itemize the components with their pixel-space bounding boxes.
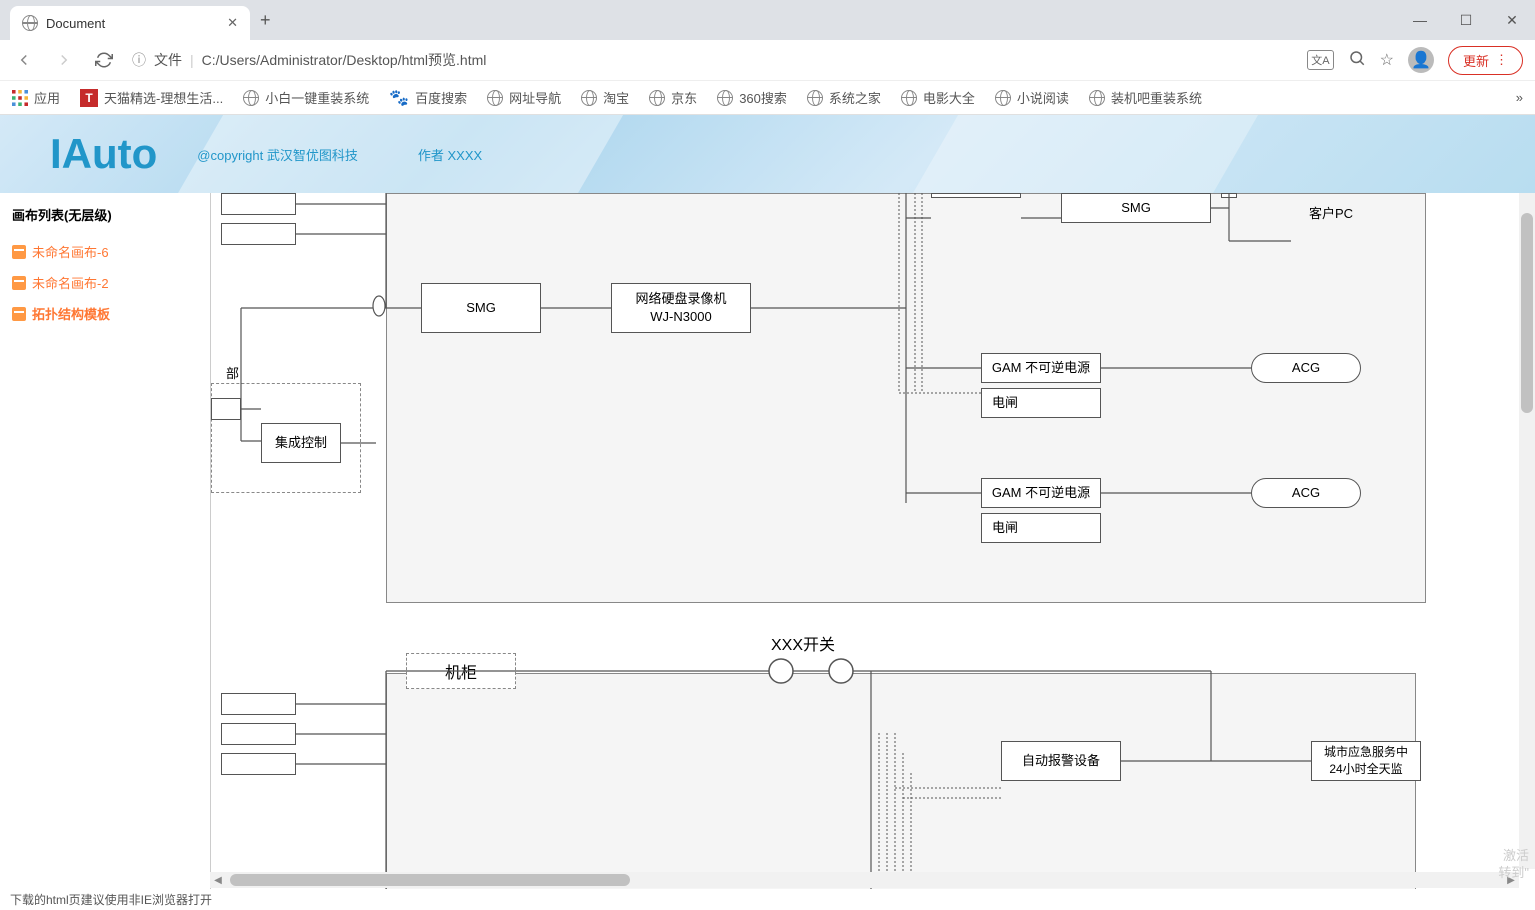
globe-icon xyxy=(807,90,823,106)
scrollbar-vertical[interactable] xyxy=(1519,193,1535,869)
globe-icon xyxy=(22,15,38,31)
enclosure-lower xyxy=(386,673,1416,889)
auto-alarm-box: 自动报警设备 xyxy=(1001,741,1121,781)
reload-button[interactable] xyxy=(92,51,116,69)
browser-chrome: Document ✕ + — ☐ ✕ ⓘ 文件 | C:/Users/Admin… xyxy=(0,0,1535,115)
scrollbar-thumb[interactable] xyxy=(230,874,630,886)
nvr-box: 网络硬盘录像机 WJ-N3000 xyxy=(611,283,751,333)
scroll-left-arrow[interactable]: ◀ xyxy=(210,872,226,888)
close-button[interactable]: ✕ xyxy=(1489,0,1535,40)
maximize-button[interactable]: ☐ xyxy=(1443,0,1489,40)
sidebar-item-canvas-2[interactable]: 未命名画布-2 xyxy=(12,267,198,298)
box-cut-1 xyxy=(221,193,296,215)
close-icon[interactable]: ✕ xyxy=(227,15,238,31)
enclosure-upper xyxy=(386,193,1426,603)
window-controls: — ☐ ✕ xyxy=(1397,0,1535,40)
sidebar-item-topology[interactable]: 拓扑结构模板 xyxy=(12,298,198,329)
bookmark-tmall[interactable]: T天猫精选-理想生活... xyxy=(80,88,223,107)
author: 作者 XXXX xyxy=(418,145,482,164)
bookmark-baidu[interactable]: 🐾百度搜索 xyxy=(389,88,467,108)
gate-box-2: 电闸 xyxy=(981,513,1101,543)
file-icon xyxy=(12,276,26,290)
globe-icon xyxy=(243,90,259,106)
client-pc-label: 客户PC xyxy=(1301,203,1361,222)
address-bar-actions: 文A ☆ 👤 更新 ⋮ xyxy=(1307,46,1523,75)
bookmark-zhuangji[interactable]: 装机吧重装系统 xyxy=(1089,88,1202,107)
box-cut-b2 xyxy=(221,723,296,745)
main-area: 画布列表(无层级) 未命名画布-6 未命名画布-2 拓扑结构模板 部 集成控制 … xyxy=(0,193,1535,889)
smg2-box: SMG xyxy=(1061,193,1211,223)
bookmark-nav[interactable]: 网址导航 xyxy=(487,88,561,107)
acg-box-1: ACG xyxy=(1251,353,1361,383)
footer-text: 下载的html页建议使用非IE浏览器打开 xyxy=(10,891,212,908)
globe-icon xyxy=(717,90,733,106)
browser-tab[interactable]: Document ✕ xyxy=(10,6,250,40)
translate-icon[interactable]: 文A xyxy=(1307,50,1333,70)
sidebar-title: 画布列表(无层级) xyxy=(12,205,198,224)
cabinet-box: 机柜 xyxy=(406,653,516,689)
acg-box-2: ACG xyxy=(1251,478,1361,508)
update-button[interactable]: 更新 ⋮ xyxy=(1448,46,1523,75)
tab-title: Document xyxy=(46,16,105,31)
gate-box-1: 电闸 xyxy=(981,388,1101,418)
tab-bar: Document ✕ + — ☐ ✕ xyxy=(0,0,1535,40)
gam-box-2: GAM 不可逆电源 xyxy=(981,478,1101,508)
menu-icon: ⋮ xyxy=(1495,52,1508,68)
integrated-control-box: 集成控制 xyxy=(261,423,341,463)
globe-icon xyxy=(487,90,503,106)
bookmark-overflow[interactable]: » xyxy=(1516,90,1523,105)
baidu-icon: 🐾 xyxy=(389,88,409,108)
minimize-button[interactable]: — xyxy=(1397,0,1443,40)
globe-icon xyxy=(649,90,665,106)
box-cut-r2 xyxy=(1221,193,1237,198)
box-cut-b3 xyxy=(221,753,296,775)
canvas[interactable]: 部 集成控制 SMG 网络硬盘录像机 WJ-N3000 SMG 客户PC GAM… xyxy=(210,193,1535,889)
profile-icon[interactable]: 👤 xyxy=(1408,47,1434,73)
url-prefix: 文件 xyxy=(154,50,182,70)
new-tab-button[interactable]: + xyxy=(260,10,271,31)
file-icon xyxy=(12,307,26,321)
page-header: IAuto @copyright 武汉智优图科技 作者 XXXX xyxy=(0,115,1535,193)
box-cut-2 xyxy=(221,223,296,245)
file-icon xyxy=(12,245,26,259)
sidebar-item-canvas-6[interactable]: 未命名画布-6 xyxy=(12,236,198,267)
tmall-icon: T xyxy=(80,89,98,107)
scrollbar-thumb[interactable] xyxy=(1521,213,1533,413)
bookmark-xiaobai[interactable]: 小白一键重装系统 xyxy=(243,88,369,107)
bookmark-novel[interactable]: 小说阅读 xyxy=(995,88,1069,107)
box-cut-r1 xyxy=(931,193,1021,198)
url-input[interactable]: ⓘ 文件 | C:/Users/Administrator/Desktop/ht… xyxy=(132,50,1291,70)
gam-box-1: GAM 不可逆电源 xyxy=(981,353,1101,383)
hq-label: 部 xyxy=(226,363,239,382)
box-cut-b1 xyxy=(221,693,296,715)
bookmark-360[interactable]: 360搜索 xyxy=(717,88,787,107)
footer: 下载的html页建议使用非IE浏览器打开 xyxy=(0,888,1535,910)
address-bar: ⓘ 文件 | C:/Users/Administrator/Desktop/ht… xyxy=(0,40,1535,80)
copyright: @copyright 武汉智优图科技 xyxy=(197,145,358,164)
bookmark-xitong[interactable]: 系统之家 xyxy=(807,88,881,107)
bookmark-bar: 应用 T天猫精选-理想生活... 小白一键重装系统 🐾百度搜索 网址导航 淘宝 … xyxy=(0,80,1535,114)
globe-icon xyxy=(1089,90,1105,106)
star-icon[interactable]: ☆ xyxy=(1380,50,1394,70)
globe-icon xyxy=(995,90,1011,106)
emergency-box: 城市应急服务中 24小时全天监 xyxy=(1311,741,1421,781)
globe-icon xyxy=(901,90,917,106)
back-button[interactable] xyxy=(12,51,36,69)
switch-label: XXX开关 xyxy=(771,631,835,655)
bookmark-taobao[interactable]: 淘宝 xyxy=(581,88,629,107)
logo: IAuto xyxy=(50,130,157,178)
globe-icon xyxy=(581,90,597,106)
zoom-icon[interactable] xyxy=(1348,49,1366,72)
bookmark-movie[interactable]: 电影大全 xyxy=(901,88,975,107)
forward-button[interactable] xyxy=(52,51,76,69)
diagram: 部 集成控制 SMG 网络硬盘录像机 WJ-N3000 SMG 客户PC GAM… xyxy=(211,193,1535,889)
scrollbar-horizontal[interactable]: ◀ ▶ xyxy=(210,872,1519,888)
box-cut-3 xyxy=(211,398,241,420)
watermark: 激活 转到" xyxy=(1498,848,1529,882)
apps-button[interactable]: 应用 xyxy=(12,88,60,107)
smg-box: SMG xyxy=(421,283,541,333)
bookmark-jd[interactable]: 京东 xyxy=(649,88,697,107)
url-text: C:/Users/Administrator/Desktop/html预览.ht… xyxy=(202,50,487,70)
sidebar: 画布列表(无层级) 未命名画布-6 未命名画布-2 拓扑结构模板 xyxy=(0,193,210,889)
